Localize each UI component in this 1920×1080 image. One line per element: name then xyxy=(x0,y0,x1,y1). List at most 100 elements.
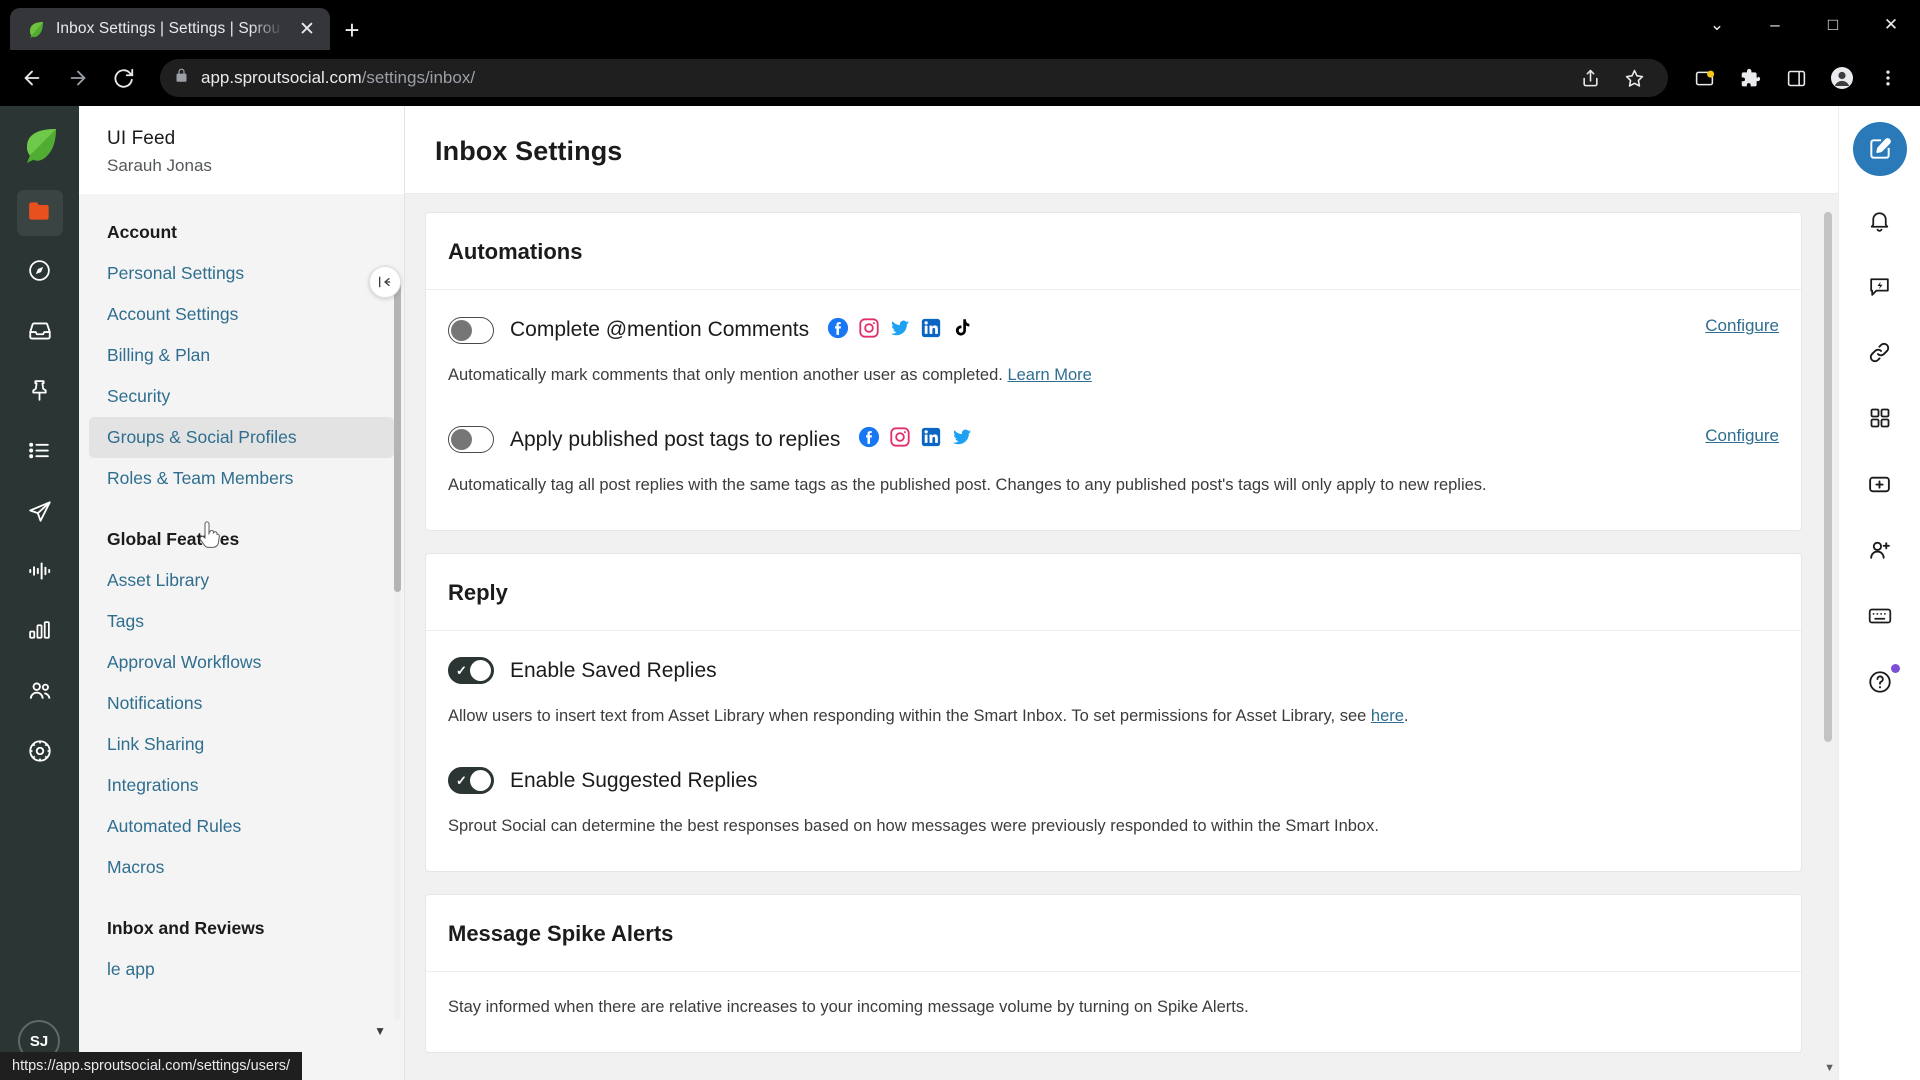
grid-squares-icon[interactable] xyxy=(1856,394,1904,442)
setting-description: Sprout Social can determine the best res… xyxy=(448,816,1379,835)
instagram-icon xyxy=(858,317,880,344)
sidebar-item-reports[interactable] xyxy=(17,610,63,656)
sidebar-item-employee-advocacy[interactable] xyxy=(17,670,63,716)
address-bar[interactable]: app.sproutsocial.com/settings/inbox/ xyxy=(160,59,1668,97)
close-icon[interactable]: ✕ xyxy=(294,16,320,42)
sidebar-item-mobile-app[interactable]: le app xyxy=(79,949,404,990)
window-close-button[interactable]: ✕ xyxy=(1862,0,1920,50)
sidebar-item-smart-inbox[interactable] xyxy=(17,310,63,356)
sidebar-item-personal-settings[interactable]: Personal Settings xyxy=(79,253,404,294)
browser-tab[interactable]: Inbox Settings | Settings | Sprou ✕ xyxy=(10,8,330,50)
star-icon[interactable] xyxy=(1614,58,1654,98)
sidebar-item-asset-folder[interactable] xyxy=(16,190,63,236)
window-controls: ⌄ – □ ✕ xyxy=(1688,0,1920,50)
audio-waveform-icon xyxy=(27,558,53,589)
sidebar-item-dashboard[interactable] xyxy=(17,250,63,296)
toggle-enable-suggested-replies[interactable]: ✓ xyxy=(448,767,494,795)
question-circle-icon[interactable] xyxy=(1856,658,1904,706)
three-dot-menu-icon[interactable] xyxy=(1868,58,1908,98)
configure-link-1[interactable]: Configure xyxy=(1705,316,1779,336)
sidebar-item-notifications[interactable]: Notifications xyxy=(79,683,404,724)
compose-pencil-icon[interactable] xyxy=(1852,122,1907,176)
nav-group-title-inbox-reviews: Inbox and Reviews xyxy=(107,918,265,938)
sidebar-item-approval-workflows[interactable]: Approval Workflows xyxy=(79,642,404,683)
sidebar-item-listening[interactable] xyxy=(17,550,63,596)
url-path: /settings/inbox/ xyxy=(361,68,476,87)
side-panel-icon[interactable] xyxy=(1776,58,1816,98)
sidebar-item-tasks[interactable] xyxy=(17,430,63,476)
right-action-rail xyxy=(1838,106,1920,1080)
reload-icon[interactable] xyxy=(104,58,144,98)
main-scroll-area: Automations Complete @mention Comments A… xyxy=(405,194,1838,1080)
sidebar-item-billing-plan[interactable]: Billing & Plan xyxy=(79,335,404,376)
sidebar-item-link-sharing[interactable]: Link Sharing xyxy=(79,724,404,765)
sidebar-item-macros[interactable]: Macros xyxy=(79,847,404,888)
settings-nav-scroll: Account Personal Settings Account Settin… xyxy=(79,194,404,1080)
setting-label: Apply published post tags to replies xyxy=(510,427,841,451)
learn-more-link[interactable]: Learn More xyxy=(1007,366,1091,384)
toggle-apply-published-post-tags[interactable] xyxy=(448,426,494,454)
linkedin-icon xyxy=(920,317,942,344)
link-chain-icon[interactable] xyxy=(1856,328,1904,376)
sidebar-item-asset-library[interactable]: Asset Library xyxy=(79,560,404,601)
share-icon[interactable] xyxy=(1570,58,1610,98)
sidebar-item-security[interactable]: Security xyxy=(79,376,404,417)
new-tab-button[interactable]: + xyxy=(330,10,374,50)
network-icons xyxy=(827,317,973,344)
browser-toolbar: app.sproutsocial.com/settings/inbox/ xyxy=(0,50,1920,106)
notifications-bell-icon[interactable] xyxy=(1856,196,1904,244)
url-text: app.sproutsocial.com/settings/inbox/ xyxy=(201,68,475,88)
plus-box-icon[interactable] xyxy=(1856,460,1904,508)
sidebar-item-account-settings[interactable]: Account Settings xyxy=(79,294,404,335)
chevron-down-icon[interactable]: ▼ xyxy=(374,1024,386,1038)
orange-folder-icon xyxy=(27,198,53,229)
sidebar-item-groups-social-profiles[interactable]: Groups & Social Profiles xyxy=(89,417,394,458)
status-bar: https://app.sproutsocial.com/settings/us… xyxy=(0,1052,303,1080)
sidebar-item-send[interactable] xyxy=(17,490,63,536)
minimize-button[interactable]: – xyxy=(1746,0,1804,50)
settings-cards: Automations Complete @mention Comments A… xyxy=(405,212,1838,1053)
nav-scrollbar-thumb[interactable] xyxy=(394,282,401,592)
maximize-button[interactable]: □ xyxy=(1804,0,1862,50)
forward-icon[interactable] xyxy=(58,58,98,98)
tab-search-icon[interactable]: ⌄ xyxy=(1688,0,1746,50)
network-icons xyxy=(858,426,973,453)
linkedin-icon xyxy=(920,426,942,453)
omnibox-actions xyxy=(1570,58,1654,98)
settings-nav-panel: UI Feed Sarauh Jonas Account Personal Se… xyxy=(79,106,405,1080)
sidebar-item-automated-rules[interactable]: Automated Rules xyxy=(79,806,404,847)
help-badge-dot xyxy=(1890,664,1900,673)
toggle-complete-mention-comments[interactable] xyxy=(448,316,494,344)
sprout-social-logo[interactable] xyxy=(18,124,62,168)
extension-alert-icon[interactable] xyxy=(1684,58,1724,98)
lightning-chat-icon[interactable] xyxy=(1856,262,1904,310)
configure-link-2[interactable]: Configure xyxy=(1705,426,1779,446)
back-icon[interactable] xyxy=(12,58,52,98)
main-scrollbar-thumb[interactable] xyxy=(1824,212,1832,742)
paper-plane-icon xyxy=(27,498,53,529)
twitter-icon xyxy=(951,426,973,453)
sidebar-item-roles-team-members[interactable]: Roles & Team Members xyxy=(79,458,404,499)
setting-row-header: Complete @mention Comments xyxy=(448,310,1779,350)
sprout-leaf-icon xyxy=(26,19,46,39)
person-plus-icon[interactable] xyxy=(1856,526,1904,574)
sidebar-item-settings[interactable] xyxy=(17,730,63,776)
setting-label: Enable Saved Replies xyxy=(510,658,717,682)
instagram-icon xyxy=(889,426,911,453)
here-link[interactable]: here xyxy=(1371,707,1404,725)
sidebar-item-integrations[interactable]: Integrations xyxy=(79,765,404,806)
tab-title: Inbox Settings | Settings | Sprou xyxy=(56,20,281,37)
sidebar-item-tags[interactable]: Tags xyxy=(79,601,404,642)
keyboard-icon[interactable] xyxy=(1856,592,1904,640)
profile-avatar-icon[interactable] xyxy=(1822,58,1862,98)
facebook-icon xyxy=(827,317,849,344)
collapse-panel-icon[interactable] xyxy=(369,266,401,298)
scroll-down-arrow-icon[interactable]: ▼ xyxy=(1824,1062,1835,1074)
puzzle-icon[interactable] xyxy=(1730,58,1770,98)
sidebar-item-publishing[interactable] xyxy=(17,370,63,416)
description-suffix: . xyxy=(1403,706,1409,725)
toggle-enable-saved-replies[interactable]: ✓ xyxy=(448,657,494,685)
twitter-icon xyxy=(889,317,911,344)
lock-icon xyxy=(174,68,189,88)
